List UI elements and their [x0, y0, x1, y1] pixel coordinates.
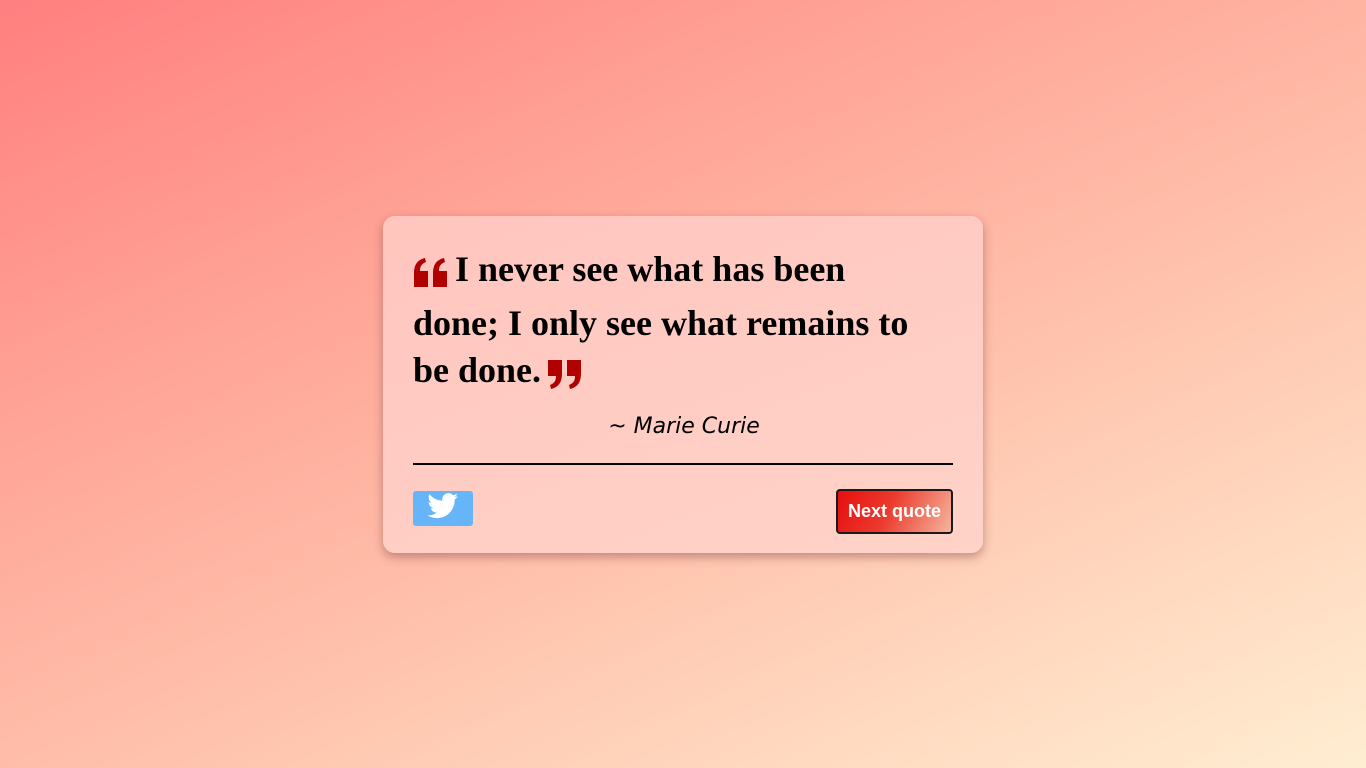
quote-left-icon	[413, 253, 449, 300]
next-quote-button[interactable]: Next quote	[836, 489, 953, 534]
quote-author: ~ Marie Curie	[608, 414, 760, 439]
twitter-icon	[427, 493, 459, 524]
quote-actions: Next quote	[413, 465, 953, 545]
quote-right-icon	[547, 354, 583, 401]
quote-text-block: I never see what has been done; I only s…	[413, 246, 938, 401]
quote-text: I never see what has been done; I only s…	[413, 249, 909, 390]
quote-card: I never see what has been done; I only s…	[383, 216, 983, 553]
tweet-button[interactable]	[413, 491, 473, 526]
